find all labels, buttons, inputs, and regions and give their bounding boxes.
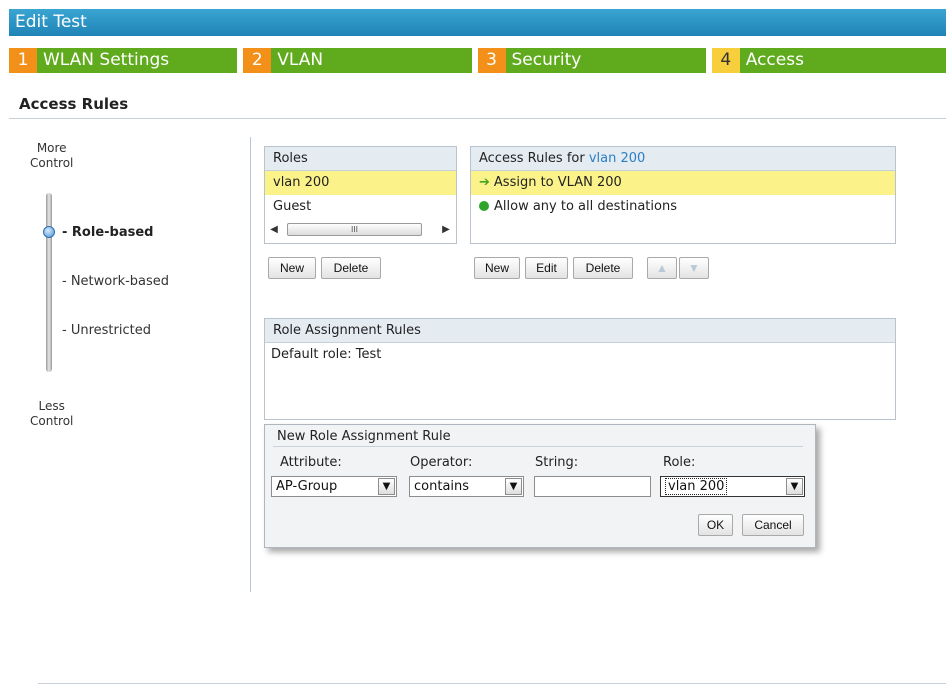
tab-vlan[interactable]: 2 VLAN [243, 48, 477, 73]
roles-delete-button[interactable]: Delete [321, 257, 381, 279]
role-item-guest[interactable]: Guest [265, 195, 456, 219]
tab-label: Access [739, 48, 946, 73]
access-rules-header: Access Rules for vlan 200 [471, 147, 895, 171]
access-rule-item[interactable]: ➔ Assign to VLAN 200 [471, 171, 895, 195]
wizard-tabs: 1 WLAN Settings 2 VLAN 3 Security 4 Acce… [9, 48, 946, 73]
role-label: Role: [663, 455, 696, 470]
window-title-bar: Edit Test [9, 9, 946, 36]
string-input[interactable] [534, 476, 651, 497]
dialog-title: New Role Assignment Rule [277, 429, 451, 444]
tab-security[interactable]: 3 Security [477, 48, 712, 73]
access-rules-header-prefix: Access Rules for [479, 151, 589, 166]
operator-label: Operator: [410, 455, 473, 470]
slider-option-unrestricted[interactable]: - Unrestricted [62, 323, 151, 338]
rules-edit-button[interactable]: Edit [525, 257, 568, 279]
tab-wlan-settings[interactable]: 1 WLAN Settings [9, 48, 243, 73]
access-rule-text: Allow any to all destinations [494, 199, 677, 214]
dialog-divider [273, 446, 803, 447]
tab-number: 3 [477, 48, 506, 73]
move-down-icon[interactable]: ▼ [679, 257, 709, 279]
access-rule-text: Assign to VLAN 200 [493, 175, 622, 190]
role-select[interactable]: vlan 200 ▼ [660, 476, 805, 497]
slider-top-label-line: Control [30, 156, 74, 170]
arrow-right-icon: ➔ [479, 175, 490, 190]
attribute-value: AP-Group [276, 479, 338, 494]
slider-knob[interactable] [43, 226, 55, 238]
scroll-right-icon[interactable]: ▶ [439, 224, 453, 235]
access-rules-panel: Access Rules for vlan 200 ➔ Assign to VLA… [470, 146, 896, 244]
section-divider [9, 118, 946, 119]
roles-panel: Roles vlan 200 Guest ◀ III ▶ [264, 146, 457, 244]
role-item-vlan-200[interactable]: vlan 200 [265, 171, 456, 195]
tab-label: WLAN Settings [37, 48, 238, 73]
operator-value: contains [414, 479, 470, 494]
section-title: Access Rules [19, 95, 129, 113]
attribute-select[interactable]: AP-Group ▼ [271, 476, 397, 497]
slider-top-label: More Control [30, 141, 73, 171]
access-rule-item[interactable]: Allow any to all destinations [471, 195, 895, 219]
cancel-button[interactable]: Cancel [742, 514, 804, 536]
tab-number: 4 [711, 48, 740, 73]
tab-number: 2 [243, 48, 272, 73]
bottom-divider [38, 683, 946, 684]
ok-button[interactable]: OK [698, 514, 733, 536]
access-level-slider-track[interactable] [46, 193, 52, 372]
rules-delete-button[interactable]: Delete [573, 257, 633, 279]
string-label: String: [535, 455, 579, 470]
roles-header: Roles [265, 147, 456, 171]
role-assignment-panel: Role Assignment Rules Default role: Test [264, 318, 896, 420]
chevron-down-icon[interactable]: ▼ [378, 478, 395, 495]
new-rule-dialog: New Role Assignment Rule Attribute: Oper… [264, 424, 816, 548]
scroll-thumb[interactable]: III [287, 223, 422, 236]
slider-bottom-label-line: Less [38, 399, 65, 413]
slider-bottom-label: Less Control [30, 399, 73, 429]
role-value: vlan 200 [665, 478, 728, 495]
window-title: Edit Test [15, 12, 87, 32]
operator-select[interactable]: contains ▼ [409, 476, 524, 497]
tab-label: Security [505, 48, 706, 73]
slider-top-label-line: More [36, 141, 67, 155]
role-assignment-header: Role Assignment Rules [265, 319, 895, 343]
roles-new-button[interactable]: New [268, 257, 316, 279]
access-rules-header-role[interactable]: vlan 200 [589, 151, 645, 166]
chevron-down-icon[interactable]: ▼ [786, 478, 803, 495]
scroll-left-icon[interactable]: ◀ [267, 224, 281, 235]
chevron-down-icon[interactable]: ▼ [505, 478, 522, 495]
tab-access[interactable]: 4 Access [711, 48, 946, 73]
default-role-text: Default role: Test [271, 347, 382, 362]
allow-dot-icon [479, 201, 489, 211]
rules-new-button[interactable]: New [474, 257, 520, 279]
tab-label: VLAN [271, 48, 472, 73]
tab-number: 1 [9, 48, 37, 73]
attribute-label: Attribute: [280, 455, 342, 470]
slider-bottom-label-line: Control [30, 414, 74, 428]
slider-option-role-based[interactable]: - Role-based [62, 225, 153, 240]
move-up-icon[interactable]: ▲ [647, 257, 677, 279]
vertical-divider [250, 137, 251, 592]
slider-option-network-based[interactable]: - Network-based [62, 274, 169, 289]
roles-horizontal-scrollbar[interactable]: ◀ III ▶ [267, 221, 453, 237]
